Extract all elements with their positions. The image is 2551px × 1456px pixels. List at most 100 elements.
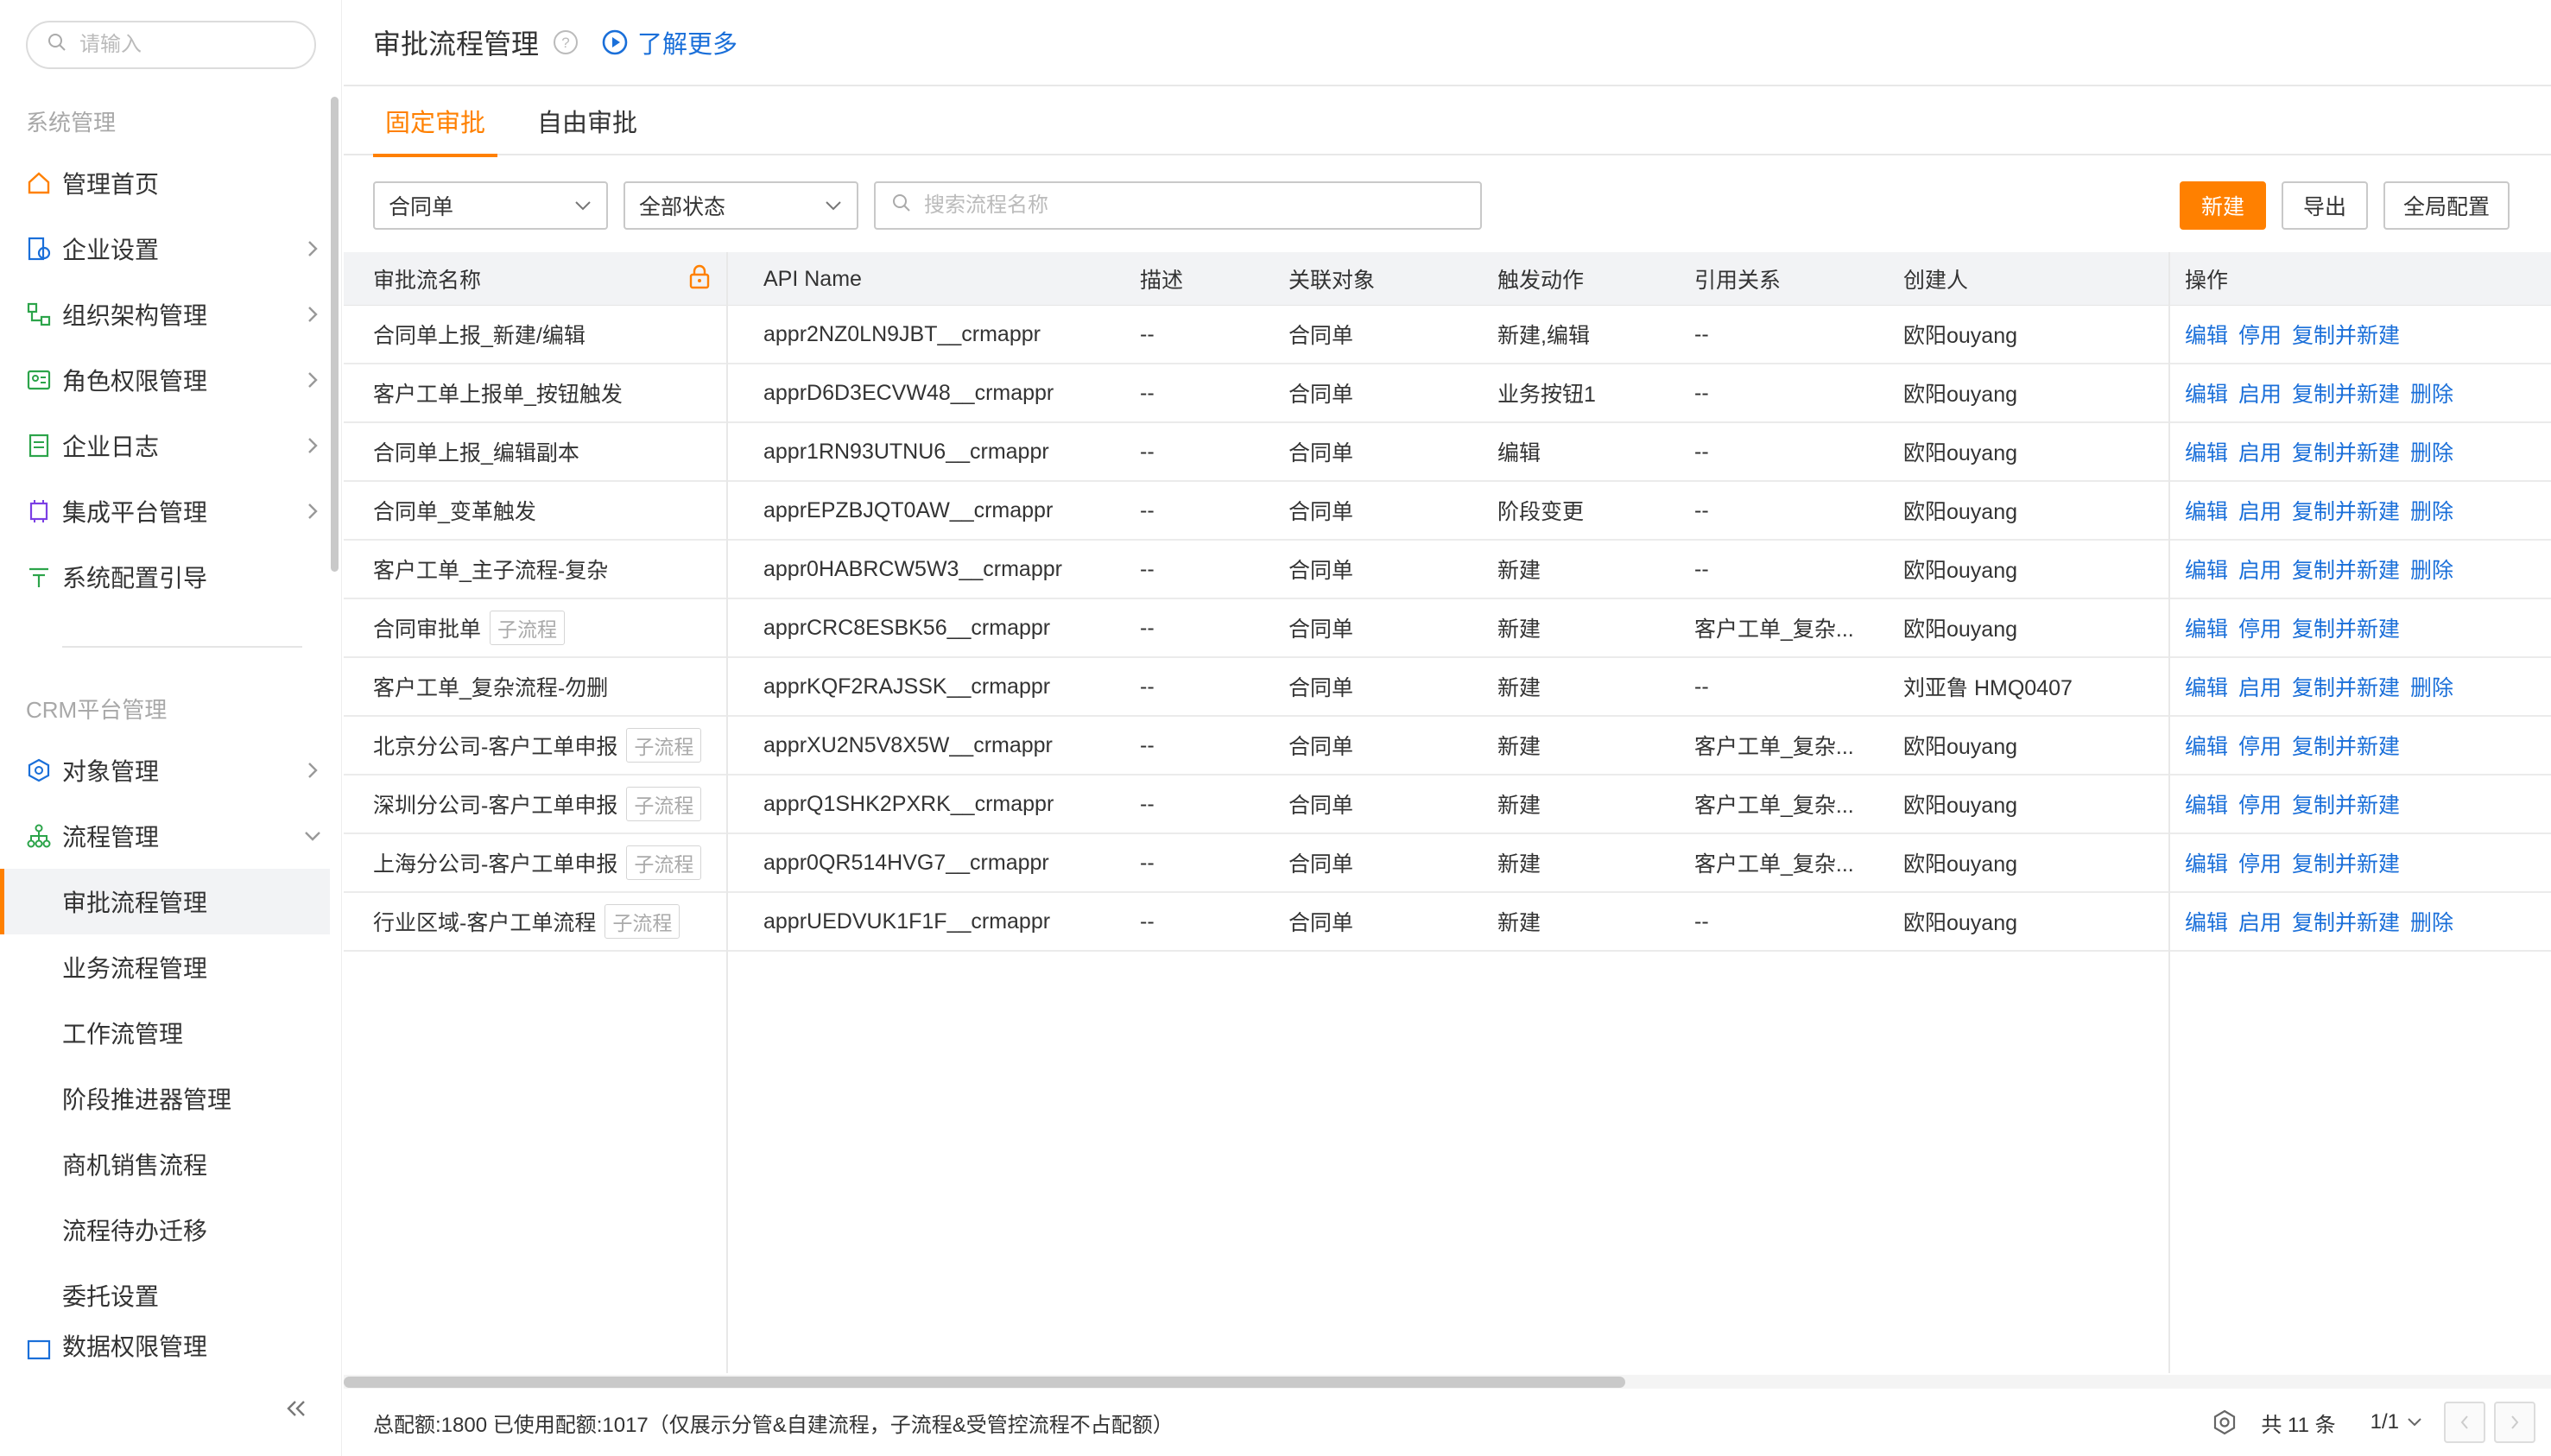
new-button[interactable]: 新建 [2180, 181, 2266, 230]
sidebar-item-label: 对象管理 [62, 758, 160, 785]
delete-link[interactable]: 删除 [2410, 906, 2453, 937]
disable-link[interactable]: 停用 [2238, 847, 2282, 878]
delete-link[interactable]: 删除 [2410, 377, 2453, 408]
chevron-down-icon [2408, 1418, 2421, 1427]
enable-link[interactable]: 启用 [2238, 554, 2282, 585]
delete-link[interactable]: 删除 [2410, 436, 2453, 467]
page-select[interactable]: 1/1 [2371, 1410, 2423, 1434]
copy-new-link[interactable]: 复制并新建 [2292, 377, 2400, 408]
disable-link[interactable]: 停用 [2238, 788, 2282, 820]
copy-new-link[interactable]: 复制并新建 [2292, 906, 2400, 937]
copy-new-link[interactable]: 复制并新建 [2292, 847, 2400, 878]
enable-link[interactable]: 启用 [2238, 495, 2282, 526]
edit-link[interactable]: 编辑 [2185, 788, 2228, 820]
sidebar-sub-delegation[interactable]: 委托设置 [0, 1263, 330, 1328]
disable-link[interactable]: 停用 [2238, 730, 2282, 761]
sidebar-search[interactable] [26, 21, 316, 69]
sidebar-item-label: 管理首页 [62, 171, 160, 198]
copy-new-link[interactable]: 复制并新建 [2292, 730, 2400, 761]
edit-link[interactable]: 编辑 [2185, 730, 2228, 761]
copy-new-link[interactable]: 复制并新建 [2292, 554, 2400, 585]
sidebar-item-company-settings[interactable]: 企业设置 [0, 216, 330, 282]
cell-actions: 编辑 启用 复制并新建 删除 [2185, 893, 2464, 950]
sidebar-sub-opportunity-flow[interactable]: 商机销售流程 [0, 1131, 330, 1197]
edit-link[interactable]: 编辑 [2185, 671, 2228, 702]
edit-link[interactable]: 编辑 [2185, 554, 2228, 585]
cell-desc: -- [1140, 380, 1155, 405]
play-circle-icon [602, 29, 628, 55]
flow-name: 合同单_变革触发 [373, 500, 536, 524]
tab-fixed-approval[interactable]: 固定审批 [372, 86, 498, 157]
lock-icon[interactable] [687, 263, 712, 295]
sidebar-sub-business-flow[interactable]: 业务流程管理 [0, 934, 330, 1000]
sidebar-item-config-guide[interactable]: 系统配置引导 [0, 544, 330, 610]
edit-link[interactable]: 编辑 [2185, 847, 2228, 878]
edit-link[interactable]: 编辑 [2185, 319, 2228, 350]
disable-link[interactable]: 停用 [2238, 319, 2282, 350]
help-icon[interactable]: ? [553, 29, 579, 55]
cell-actions: 编辑 启用 复制并新建 删除 [2185, 541, 2464, 598]
edit-link[interactable]: 编辑 [2185, 495, 2228, 526]
sidebar-item-org[interactable]: 组织架构管理 [0, 282, 330, 347]
sidebar-item-integration[interactable]: 集成平台管理 [0, 478, 330, 544]
delete-link[interactable]: 删除 [2410, 554, 2453, 585]
delete-link[interactable]: 删除 [2410, 671, 2453, 702]
prev-page-button[interactable] [2444, 1402, 2485, 1443]
copy-new-link[interactable]: 复制并新建 [2292, 612, 2400, 643]
copy-new-link[interactable]: 复制并新建 [2292, 671, 2400, 702]
sidebar-sub-workflow[interactable]: 工作流管理 [0, 1000, 330, 1066]
edit-link[interactable]: 编辑 [2185, 377, 2228, 408]
copy-new-link[interactable]: 复制并新建 [2292, 495, 2400, 526]
subflow-tag: 子流程 [605, 904, 680, 939]
sidebar-item-flow[interactable]: 流程管理 [0, 803, 330, 869]
copy-new-link[interactable]: 复制并新建 [2292, 319, 2400, 350]
enable-link[interactable]: 启用 [2238, 377, 2282, 408]
copy-new-link[interactable]: 复制并新建 [2292, 788, 2400, 820]
flow-search-input[interactable] [924, 193, 1442, 218]
chevron-right-icon [295, 370, 330, 389]
tab-free-approval[interactable]: 自由审批 [537, 86, 637, 155]
cell-api: apprCRC8ESBK56__crmappr [763, 615, 1051, 640]
next-page-button[interactable] [2494, 1402, 2535, 1443]
table-body: 合同单上报_新建/编辑 appr2NZ0LN9JBT__crmappr -- 合同单新… [344, 306, 2551, 952]
collapse-sidebar-icon[interactable] [285, 1397, 307, 1424]
sidebar-item-log[interactable]: 企业日志 [0, 413, 330, 478]
copy-new-link[interactable]: 复制并新建 [2292, 436, 2400, 467]
learn-more-link[interactable]: 了解更多 [601, 24, 737, 60]
cell-creator: 欧阳ouyang [1903, 383, 2018, 407]
object-select-value: 合同单 [389, 195, 454, 219]
horizontal-scrollbar[interactable] [344, 1375, 2551, 1389]
section-crm: CRM平台管理 [26, 697, 168, 723]
disable-link[interactable]: 停用 [2238, 612, 2282, 643]
sidebar-item-role[interactable]: 角色权限管理 [0, 347, 330, 413]
sidebar-sub-approval-flow[interactable]: 审批流程管理 [0, 869, 330, 934]
settings-icon[interactable] [2211, 1409, 2238, 1436]
sidebar-search-input[interactable] [79, 33, 295, 57]
filter-bar: 合同单 全部状态 [373, 181, 1482, 230]
enable-link[interactable]: 启用 [2238, 436, 2282, 467]
horizontal-scrollbar-thumb[interactable] [344, 1377, 1625, 1388]
edit-link[interactable]: 编辑 [2185, 436, 2228, 467]
sidebar-scrollbar[interactable] [331, 97, 339, 572]
cell-trigger: 新建 [1497, 617, 1541, 642]
sidebar-item-object[interactable]: 对象管理 [0, 737, 330, 803]
cell-desc: -- [1140, 615, 1155, 640]
cell-name: 行业区域-客户工单流程 子流程 [373, 893, 718, 950]
sidebar-sub-stage-pusher[interactable]: 阶段推进器管理 [0, 1066, 330, 1131]
status-select[interactable]: 全部状态 [624, 181, 858, 230]
global-config-button[interactable]: 全局配置 [2383, 181, 2510, 230]
export-button[interactable]: 导出 [2282, 181, 2368, 230]
cell-desc: -- [1140, 439, 1155, 464]
edit-link[interactable]: 编辑 [2185, 612, 2228, 643]
sidebar-sub-todo-migration[interactable]: 流程待办迁移 [0, 1197, 330, 1263]
edit-link[interactable]: 编辑 [2185, 906, 2228, 937]
enable-link[interactable]: 启用 [2238, 671, 2282, 702]
delete-link[interactable]: 删除 [2410, 495, 2453, 526]
object-select[interactable]: 合同单 [373, 181, 608, 230]
enable-link[interactable]: 启用 [2238, 906, 2282, 937]
sidebar-item-data-permission[interactable]: 数据权限管理 [0, 1328, 330, 1363]
cell-name: 合同单_变革触发 [373, 482, 718, 539]
sidebar-item-home[interactable]: 管理首页 [0, 150, 330, 216]
flow-search[interactable] [874, 181, 1482, 230]
cell-desc: -- [1140, 908, 1155, 934]
